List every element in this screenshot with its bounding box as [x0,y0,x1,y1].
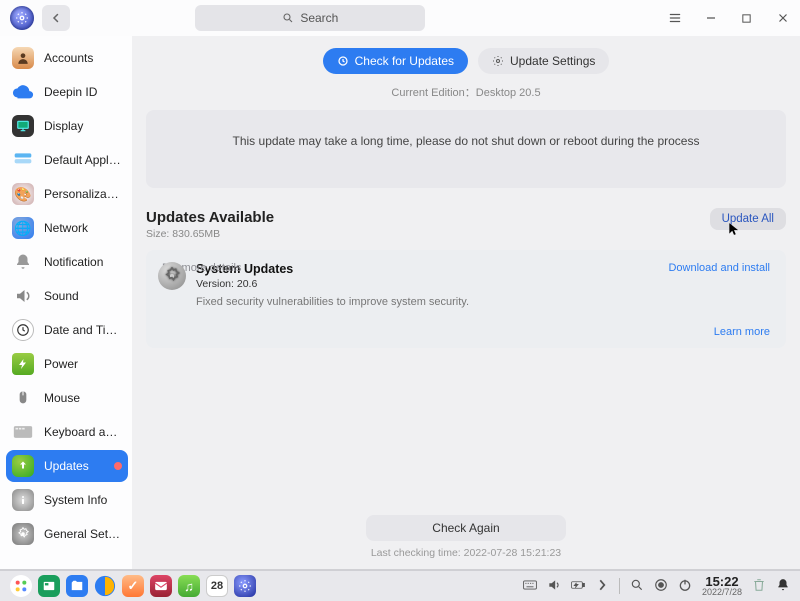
sidebar-item-keyboard[interactable]: Keyboard and ... [6,416,128,448]
refresh-icon [337,55,349,67]
gear-icon [12,523,34,545]
learn-more-link[interactable]: Learn more [714,326,770,338]
sidebar-item-notification[interactable]: Notification [6,246,128,278]
keyboard-icon [12,421,34,443]
sound-icon [12,285,34,307]
sidebar-item-sound[interactable]: Sound [6,280,128,312]
update-topbar: Check for Updates Update Settings [146,48,786,74]
back-button[interactable] [42,5,70,31]
battery-icon [12,353,34,375]
accounts-icon [12,47,34,69]
search-input[interactable]: Search [195,5,425,31]
search-placeholder: Search [300,11,338,25]
tray-volume-icon[interactable] [547,578,561,595]
last-check-text: Last checking time: 2022-07-28 15:21:23 [371,547,561,559]
sidebar-item-accounts[interactable]: Accounts [6,42,128,74]
launcher-button[interactable] [10,575,32,597]
globe-icon: 🌐 [12,217,34,239]
tray-screenshot-icon[interactable] [654,578,668,595]
apps-icon [12,149,34,171]
sidebar-item-date-time[interactable]: Date and Time [6,314,128,346]
palette-icon: 🎨 [12,183,34,205]
file-manager-button[interactable] [66,575,88,597]
update-item-version: Version: 20.6 [196,278,770,290]
tray-power-icon[interactable] [678,578,692,595]
update-item-desc: Fixed security vulnerabilities to improv… [196,296,770,308]
bell-icon [12,251,34,273]
check-again-button[interactable]: Check Again [366,515,566,541]
update-settings-button[interactable]: Update Settings [478,48,609,74]
tray-search-icon[interactable] [630,578,644,595]
close-button[interactable] [776,11,790,25]
hamburger-menu-icon[interactable] [668,11,682,25]
control-center-window: Search Accounts Deepin ID Display [0,0,800,570]
download-install-link[interactable]: Download and install [668,262,770,274]
clock-icon [12,319,34,341]
current-edition-text: Current Edition：Desktop 20.5 [146,84,786,100]
cloud-icon [12,81,34,103]
update-warning-text: This update may take a long time, please… [146,110,786,188]
tray-battery-icon[interactable] [571,578,585,595]
tray-notifications-icon[interactable] [776,578,790,595]
tray-expand-icon[interactable] [595,578,609,595]
music-button[interactable]: ♫ [178,575,200,597]
check-updates-button[interactable]: Check for Updates [323,48,468,74]
system-updates-card: For more details System Updates Version:… [146,250,786,348]
mouse-icon [12,387,34,409]
gear-icon [492,55,504,67]
sidebar-item-network[interactable]: 🌐 Network [6,212,128,244]
monitor-icon [12,115,34,137]
system-updates-icon [158,262,186,290]
system-info-icon [12,489,34,511]
control-center-button[interactable] [234,575,256,597]
tray-keyboard-icon[interactable] [523,578,537,595]
taskbar: ✓ ♫ 28 15:22 2022/7/28 [0,570,800,601]
titlebar: Search [0,0,800,36]
sidebar-item-mouse[interactable]: Mouse [6,382,128,414]
minimize-button[interactable] [704,11,718,25]
sidebar-item-display[interactable]: Display [6,110,128,142]
tray-clock[interactable]: 15:22 2022/7/28 [702,575,742,597]
sidebar-item-deepin-id[interactable]: Deepin ID [6,76,128,108]
settings-logo-icon [10,6,34,30]
browser-button[interactable] [94,575,116,597]
tray-trash-icon[interactable] [752,578,766,595]
updates-badge-icon [114,462,122,470]
maximize-button[interactable] [740,11,754,25]
sidebar-item-personalization[interactable]: 🎨 Personalization [6,178,128,210]
multitask-button[interactable] [38,575,60,597]
sidebar-item-power[interactable]: Power [6,348,128,380]
updates-available-heading: Updates Available Size: 830.65MB [146,209,274,240]
main-panel: Check for Updates Update Settings Curren… [132,36,800,569]
sidebar: Accounts Deepin ID Display Default Appli… [0,36,132,569]
calendar-button[interactable]: 28 [206,575,228,597]
sidebar-item-updates[interactable]: Updates [6,450,128,482]
sidebar-item-general-settings[interactable]: General Settings [6,518,128,550]
sidebar-item-default-apps[interactable]: Default Applica... [6,144,128,176]
sidebar-item-system-info[interactable]: System Info [6,484,128,516]
updates-icon [12,455,34,477]
mail-button[interactable] [150,575,172,597]
search-icon [282,12,294,24]
app-store-button[interactable]: ✓ [122,575,144,597]
update-all-button[interactable]: Update All [710,208,786,230]
